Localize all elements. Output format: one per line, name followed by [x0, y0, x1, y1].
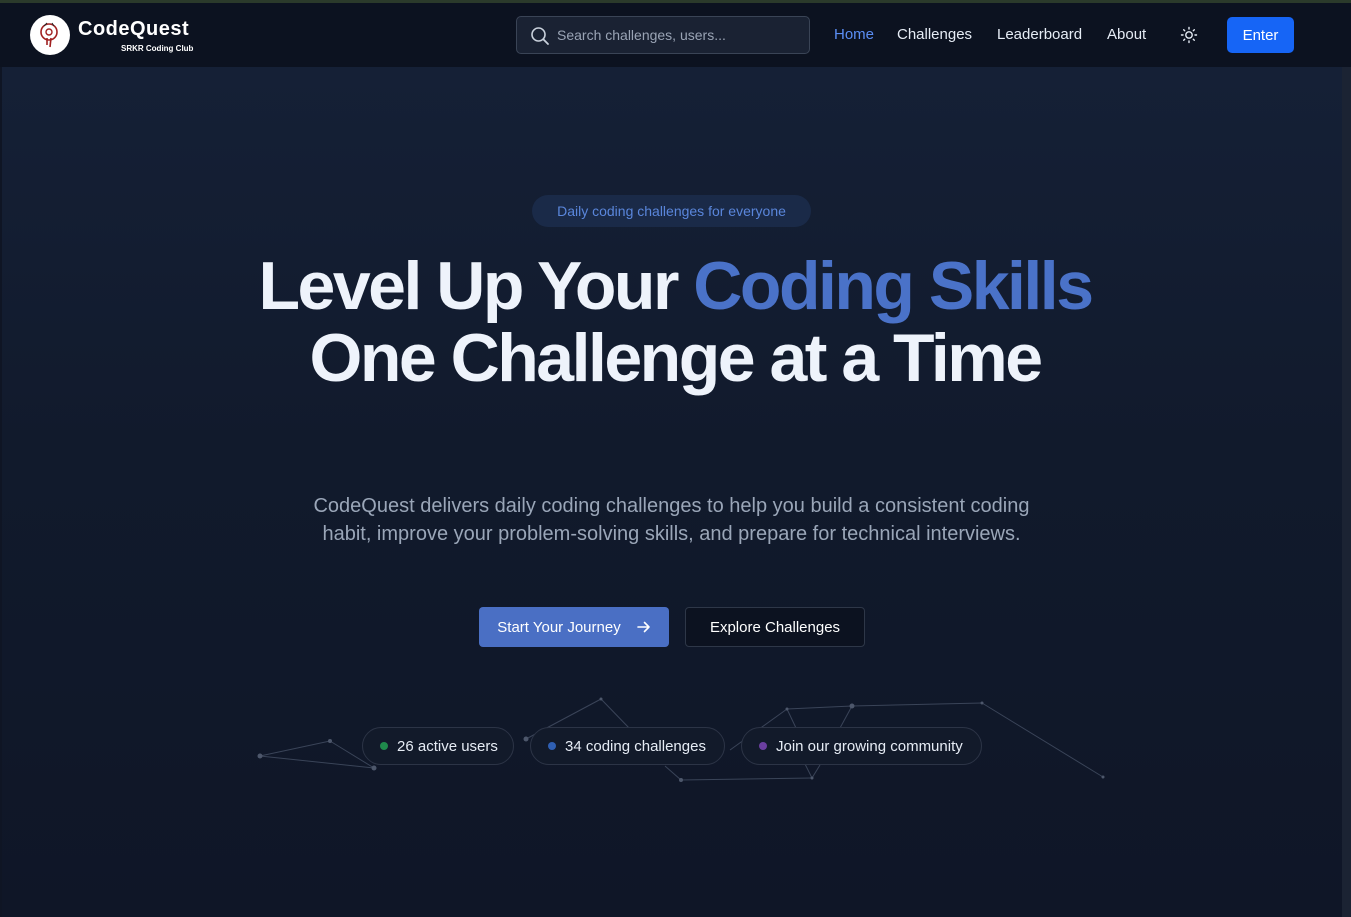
logo-icon[interactable] — [30, 15, 70, 55]
nav-leaderboard[interactable]: Leaderboard — [997, 26, 1082, 43]
start-journey-label: Start Your Journey — [497, 618, 621, 636]
page-scrollbar[interactable] — [1342, 67, 1351, 917]
hero-headline: Level Up Your Coding Skills One Challeng… — [255, 250, 1095, 394]
nav-challenges[interactable]: Challenges — [897, 26, 972, 43]
search-box[interactable] — [516, 16, 810, 54]
search-input[interactable] — [557, 17, 802, 53]
status-dot — [380, 742, 388, 750]
arrow-right-icon — [636, 621, 650, 633]
headline-part1: Level Up Your — [258, 248, 694, 324]
search-icon — [531, 27, 549, 45]
stat-active-users: 26 active users — [362, 727, 514, 765]
headline-highlight: Coding Skills — [693, 248, 1094, 324]
nav-about[interactable]: About — [1107, 26, 1146, 43]
sun-icon[interactable] — [1180, 26, 1198, 44]
stat-label: 34 coding challenges — [565, 737, 706, 755]
nav-home[interactable]: Home — [834, 26, 874, 43]
enter-button[interactable]: Enter — [1227, 17, 1294, 53]
hero-description: CodeQuest delivers daily coding challeng… — [313, 495, 1030, 545]
hero-badge: Daily coding challenges for everyone — [532, 195, 811, 227]
status-dot — [759, 742, 767, 750]
stat-label: Join our growing community — [776, 737, 963, 755]
brand-title[interactable]: CodeQuest — [78, 18, 189, 41]
headline-part2: One Challenge at a Time — [309, 320, 1043, 396]
top-navbar: CodeQuest SRKR Coding Club Home Challeng… — [0, 3, 1351, 67]
brand-subtitle: SRKR Coding Club — [121, 44, 194, 53]
status-dot — [548, 742, 556, 750]
explore-challenges-button[interactable]: Explore Challenges — [685, 607, 865, 647]
stat-community: Join our growing community — [741, 727, 982, 765]
stat-label: 26 active users — [397, 737, 498, 755]
stat-coding-challenges: 34 coding challenges — [530, 727, 725, 765]
start-journey-button[interactable]: Start Your Journey — [479, 607, 669, 647]
